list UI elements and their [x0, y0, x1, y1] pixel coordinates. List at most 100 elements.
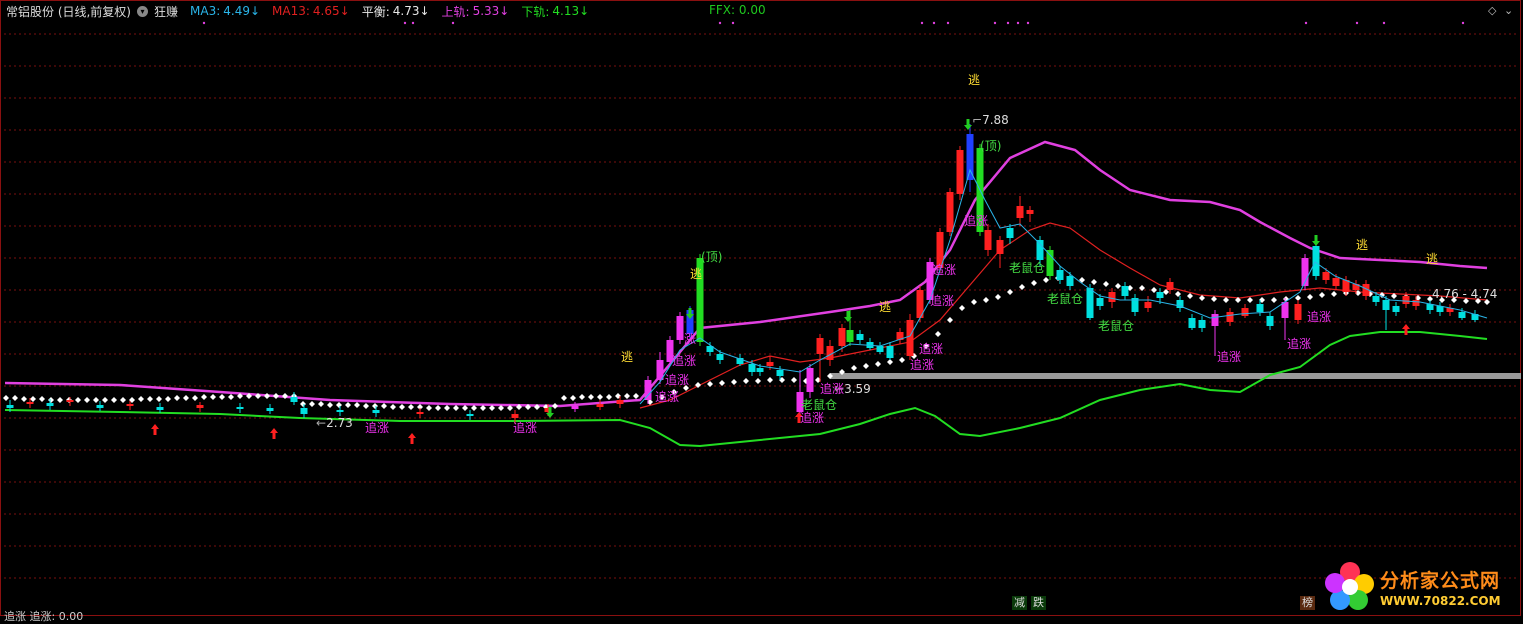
candle-body: [1121, 286, 1129, 296]
rise-signal: 追涨: [665, 373, 690, 387]
balance-marker: [201, 394, 207, 400]
lower-band-line: [4, 331, 1488, 448]
balance-marker: [183, 395, 189, 401]
balance-marker: [318, 401, 324, 407]
signal-dot: [993, 21, 997, 25]
down-arrow-icon: [1312, 235, 1320, 246]
candle-body: [996, 240, 1004, 254]
bottom-panel-header: 追涨 追涨: 0.00: [4, 610, 84, 623]
balance-marker: [719, 380, 725, 386]
candle-body: [956, 150, 964, 194]
candle-body: [1144, 302, 1152, 308]
balance-marker: [147, 396, 153, 402]
balance-marker: [995, 294, 1001, 300]
ma3-value: 4.49: [223, 4, 250, 18]
balance-marker: [165, 396, 171, 402]
balance-marker: [1307, 294, 1313, 300]
candle-body: [96, 405, 104, 408]
balance-marker: [309, 401, 315, 407]
balance-marker: [75, 397, 81, 403]
candle-body: [1392, 306, 1400, 312]
candle-body: [806, 368, 814, 392]
candle-body: [846, 330, 854, 342]
balance-marker: [875, 361, 881, 367]
candle-body: [1211, 314, 1219, 326]
candle-body: [966, 134, 974, 180]
candle-body: [266, 408, 274, 411]
rise-signal: 追涨: [672, 354, 697, 368]
rat-signal: 老鼠仓: [1047, 292, 1084, 306]
balance-marker: [624, 393, 630, 399]
candle-body: [336, 410, 344, 412]
balance-marker: [3, 395, 9, 401]
down-arrow-icon: ↓: [249, 4, 261, 18]
settings-icon[interactable]: ▾: [137, 5, 148, 17]
logo-url: WWW.70822.COM: [1380, 594, 1501, 608]
balance-marker: [947, 317, 953, 323]
candle-body: [1006, 228, 1014, 238]
fall-tag: 跌: [1031, 596, 1046, 610]
balance-marker: [570, 395, 576, 401]
signal-dot: [1382, 21, 1386, 25]
candle-body: [876, 346, 884, 352]
candle-body: [466, 414, 474, 416]
balance-marker: [1271, 297, 1277, 303]
balance-marker: [21, 396, 27, 402]
candle-body: [511, 414, 519, 418]
candle-body: [571, 406, 579, 409]
candle-body: [1066, 276, 1074, 286]
ma3-label: MA3:: [190, 4, 221, 18]
candle-body: [1086, 288, 1094, 318]
rise-signal: 追涨: [820, 382, 845, 396]
candle-body: [236, 407, 244, 409]
candle-body: [766, 362, 774, 366]
logo-title: 分析家公式网: [1380, 570, 1501, 592]
rise-signal: 追涨: [1307, 310, 1332, 324]
candle-body: [1266, 316, 1274, 326]
balance-marker: [30, 396, 36, 402]
balance-marker: [1043, 277, 1049, 283]
candle-body: [46, 403, 54, 406]
candle-body: [776, 370, 784, 376]
signal-dot: [1461, 21, 1465, 25]
chevron-down-icon[interactable]: ⌄: [1504, 4, 1513, 17]
balance-marker: [336, 402, 342, 408]
signal-dot: [1006, 21, 1010, 25]
candle-body: [886, 346, 894, 358]
balance-marker: [156, 396, 162, 402]
indicator-name[interactable]: 狂赚: [154, 3, 178, 20]
signal-dot: [1355, 21, 1359, 25]
up-arrow-icon: [151, 424, 159, 435]
rat-signal: 老鼠仓: [801, 398, 838, 412]
candle-body: [26, 402, 34, 404]
kline-chart[interactable]: [0, 0, 1523, 618]
balance-marker: [273, 393, 279, 399]
rise-signal: 追涨: [1217, 350, 1242, 364]
balance-marker: [120, 397, 126, 403]
signal-dot: [451, 21, 455, 25]
balance-marker: [552, 403, 558, 409]
pointer-line: ←: [316, 416, 327, 430]
candle-body: [126, 404, 134, 406]
ffx-value: FFX: 0.00: [709, 3, 766, 17]
diamond-icon[interactable]: ◇: [1488, 4, 1496, 17]
rise-signal: 追涨: [513, 421, 538, 435]
stock-title[interactable]: 常铝股份 (日线,前复权): [6, 3, 131, 20]
candle-body: [1036, 240, 1044, 260]
balance-marker: [39, 396, 45, 402]
up-arrow-icon: [270, 428, 278, 439]
signal-dot: [932, 21, 936, 25]
balance-marker: [1031, 280, 1037, 286]
balance-marker: [863, 363, 869, 369]
signal-dot: [718, 21, 722, 25]
candle-body: [856, 334, 864, 340]
signal-dot: [1304, 21, 1308, 25]
lower-band-value: 4.13: [552, 4, 580, 18]
candle-body: [716, 354, 724, 360]
candle-body: [946, 192, 954, 232]
candle-body: [1046, 250, 1054, 276]
candle-body: [416, 412, 424, 414]
balance-marker: [633, 393, 639, 399]
down-arrow-icon: ↓: [419, 4, 430, 18]
high-price: 7.88: [982, 113, 1009, 127]
